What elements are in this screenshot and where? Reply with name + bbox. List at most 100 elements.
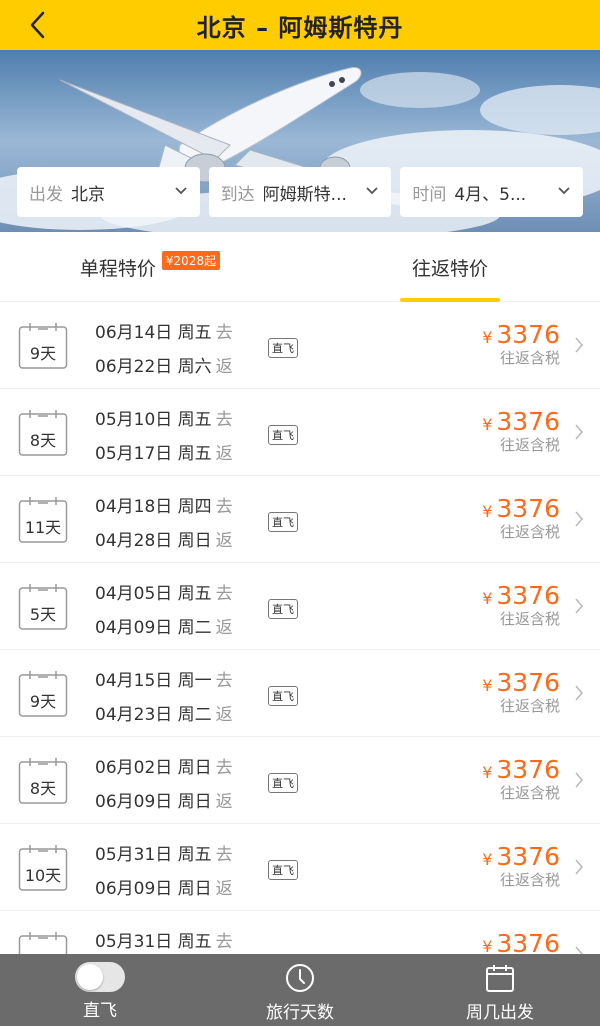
currency-symbol: ¥	[482, 328, 493, 347]
price-note: 往返含税	[499, 610, 560, 628]
price-value: 3376	[496, 407, 560, 436]
direct-flight-tag: 直飞	[268, 773, 298, 793]
arrival-value: 阿姆斯特...	[262, 184, 347, 205]
return-date: 04月09日 周二	[95, 618, 212, 638]
price-value: 3376	[496, 581, 560, 610]
header-bar: 北京 – 阿姆斯特丹	[0, 0, 600, 50]
arrival-label: 到达	[220, 184, 255, 205]
weekday-button[interactable]: 周几出发	[400, 954, 600, 1026]
tab-one-way[interactable]: 单程特价 ¥2028起	[0, 232, 300, 302]
currency-symbol: ¥	[482, 763, 493, 782]
fare-row[interactable]: 8天 05月10日 周五去 05月17日 周五返 直飞 ¥3376 往返含税	[0, 389, 600, 476]
price-block: ¥3376 往返含税	[482, 320, 560, 368]
calendar-icon	[486, 965, 514, 992]
fare-row[interactable]: 9天 04月15日 周一去 04月23日 周二返 直飞 ¥3376 往返含税	[0, 650, 600, 737]
price-note: 往返含税	[499, 523, 560, 541]
return-date: 05月17日 周五	[95, 444, 212, 464]
chevron-right-icon	[575, 685, 584, 701]
tab-round-trip[interactable]: 往返特价	[300, 232, 600, 302]
trip-dates: 06月02日 周日去 06月09日 周日返	[95, 751, 233, 819]
price-value: 3376	[496, 842, 560, 871]
price-note: 往返含税	[499, 436, 560, 454]
depart-tag: 去	[215, 758, 233, 778]
depart-date: 06月02日 周日	[95, 758, 212, 778]
depart-tag: 去	[215, 410, 233, 430]
depart-line: 04月18日 周四去	[95, 490, 233, 524]
trip-days: 9天	[29, 692, 57, 711]
return-tag: 返	[215, 357, 233, 377]
departure-value: 北京	[71, 184, 105, 205]
time-label: 时间	[412, 184, 447, 205]
currency-symbol: ¥	[482, 415, 493, 434]
price-note: 往返含税	[499, 697, 560, 715]
price-value: 3376	[496, 668, 560, 697]
direct-flight-tag: 直飞	[268, 599, 298, 619]
return-line: 05月17日 周五返	[95, 437, 233, 471]
time-filter[interactable]: 时间 4月、5...	[400, 167, 584, 217]
depart-date: 05月31日 周五	[95, 845, 212, 865]
trip-dates: 05月31日 周五去	[95, 925, 233, 954]
chevron-right-icon	[575, 511, 584, 527]
direct-flight-tag: 直飞	[268, 425, 298, 445]
return-tag: 返	[215, 444, 233, 464]
calendar-icon	[18, 932, 68, 954]
direct-flight-tag: 直飞	[268, 338, 298, 358]
fare-row[interactable]: 5天 04月05日 周五去 04月09日 周二返 直飞 ¥3376 往返含税	[0, 563, 600, 650]
trip-dates: 04月05日 周五去 04月09日 周二返	[95, 577, 233, 645]
return-tag: 返	[215, 705, 233, 725]
fare-row[interactable]: 11天 04月18日 周四去 04月28日 周日返 直飞 ¥3376 往返含税	[0, 476, 600, 563]
search-filters: 出发 北京 到达 阿姆斯特... 时间 4月、5...	[17, 167, 584, 217]
bottom-filter-bar: 直飞 旅行天数 周几出发	[0, 954, 600, 1026]
price-value: 3376	[496, 929, 560, 954]
depart-date: 05月10日 周五	[95, 410, 212, 430]
return-tag: 返	[215, 531, 233, 551]
banner-image: 出发 北京 到达 阿姆斯特... 时间 4月、5...	[0, 50, 600, 232]
fare-row[interactable]: 05月31日 周五去 ¥3376	[0, 911, 600, 954]
depart-tag: 去	[215, 845, 233, 865]
price-block: ¥3376	[482, 929, 560, 954]
depart-tag: 去	[215, 584, 233, 604]
price-block: ¥3376 往返含税	[482, 668, 560, 716]
trip-days: 5天	[29, 605, 57, 624]
chevron-right-icon	[575, 859, 584, 875]
arrival-filter[interactable]: 到达 阿姆斯特...	[208, 167, 392, 217]
trip-days: 8天	[29, 431, 57, 450]
tab-round-trip-label: 往返特价	[411, 257, 488, 280]
fare-row[interactable]: 8天 06月02日 周日去 06月09日 周日返 直飞 ¥3376 往返含税	[0, 737, 600, 824]
currency-symbol: ¥	[482, 850, 493, 869]
depart-line: 05月31日 周五去	[95, 925, 233, 954]
return-date: 06月09日 周日	[95, 879, 212, 899]
depart-line: 05月10日 周五去	[95, 403, 233, 437]
trip-dates: 05月10日 周五去 05月17日 周五返	[95, 403, 233, 471]
time-value: 4月、5...	[454, 184, 527, 205]
toggle-switch[interactable]	[75, 962, 125, 992]
direct-flight-tag: 直飞	[268, 512, 298, 532]
depart-date: 04月18日 周四	[95, 497, 212, 517]
price-value: 3376	[496, 755, 560, 784]
price-value: 3376	[496, 494, 560, 523]
chevron-down-icon	[558, 187, 570, 195]
fare-list: 9天 06月14日 周五去 06月22日 周六返 直飞 ¥3376 往返含税 8…	[0, 302, 600, 954]
trip-days: 10天	[24, 866, 62, 885]
chevron-right-icon	[575, 424, 584, 440]
trip-days-button[interactable]: 旅行天数	[200, 954, 400, 1026]
trip-days: 11天	[24, 518, 62, 537]
departure-filter[interactable]: 出发 北京	[17, 167, 200, 217]
depart-line: 04月05日 周五去	[95, 577, 233, 611]
direct-flight-toggle[interactable]: 直飞	[0, 954, 200, 1026]
price-block: ¥3376 往返含税	[482, 407, 560, 455]
depart-line: 04月15日 周一去	[95, 664, 233, 698]
weekday-label: 周几出发	[466, 1003, 534, 1023]
page-title: 北京 – 阿姆斯特丹	[196, 13, 404, 42]
chevron-right-icon	[575, 337, 584, 353]
price-value: 3376	[496, 320, 560, 349]
depart-date: 05月31日 周五	[95, 932, 212, 952]
tab-one-way-label: 单程特价	[79, 257, 156, 280]
price-badge: ¥2028起	[161, 250, 221, 270]
back-button[interactable]	[18, 5, 58, 45]
clock-icon	[286, 964, 314, 992]
depart-line: 06月02日 周日去	[95, 751, 233, 785]
fare-row[interactable]: 9天 06月14日 周五去 06月22日 周六返 直飞 ¥3376 往返含税	[0, 302, 600, 389]
fare-row[interactable]: 10天 05月31日 周五去 06月09日 周日返 直飞 ¥3376 往返含税	[0, 824, 600, 911]
trip-dates: 06月14日 周五去 06月22日 周六返	[95, 316, 233, 384]
